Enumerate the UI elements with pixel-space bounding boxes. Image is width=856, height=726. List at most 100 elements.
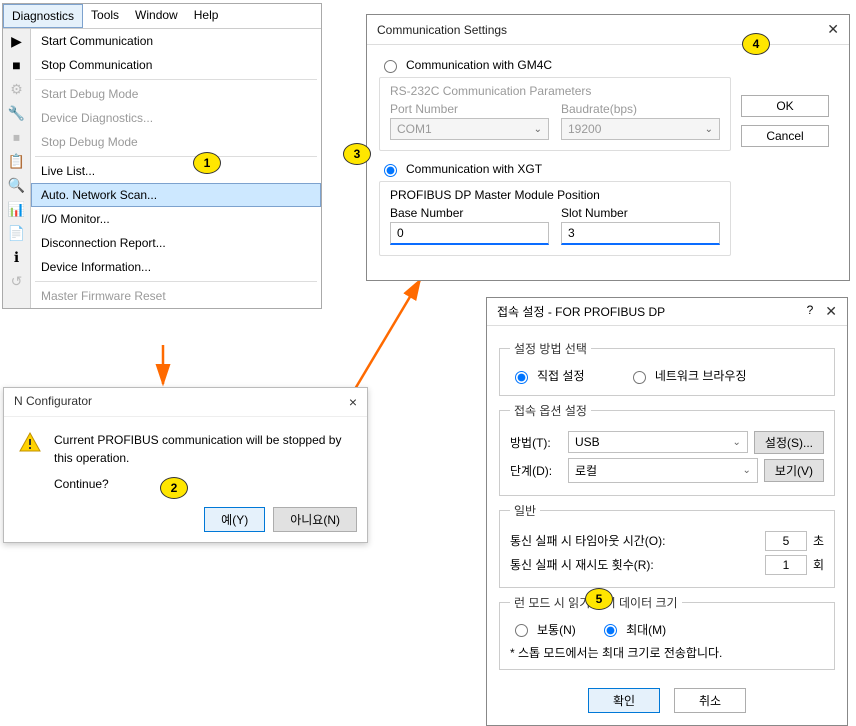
radio-browse-label: 네트워크 브라우징 <box>655 367 747 384</box>
reset-icon: ↺ <box>3 269 30 293</box>
callout-2: 2 <box>160 477 188 499</box>
callout-5: 5 <box>585 588 613 610</box>
menu-stop-comm[interactable]: Stop Communication <box>31 53 321 77</box>
confirm-continue: Continue? <box>54 475 353 493</box>
scan-icon: 🔍 <box>3 173 30 197</box>
slot-label: Slot Number <box>561 206 720 220</box>
base-input[interactable]: 0 <box>390 222 549 245</box>
rs232-legend: RS-232C Communication Parameters <box>390 84 720 98</box>
menu-stop-debug: Stop Debug Mode <box>31 130 321 154</box>
menubar-diagnostics[interactable]: Diagnostics <box>3 4 83 28</box>
radio-normal-label: 보통(N) <box>537 621 576 638</box>
portnum-label: Port Number <box>390 102 549 116</box>
close-icon[interactable]: ✕ <box>825 303 837 320</box>
yes-button[interactable]: 예(Y) <box>204 507 265 532</box>
radio-gm4c[interactable] <box>384 60 397 73</box>
debug-icon: ⚙ <box>3 77 30 101</box>
menubar-tools[interactable]: Tools <box>83 4 127 28</box>
rs232-group: RS-232C Communication Parameters Port Nu… <box>379 77 731 151</box>
cancel-button[interactable]: Cancel <box>741 125 829 147</box>
radio-normal[interactable] <box>515 624 528 637</box>
rw-size-group: 런 모드 시 읽기/쓰기 데이터 크기 보통(N) 최대(M) * 스톱 모드에… <box>499 594 835 671</box>
warning-icon <box>18 431 42 455</box>
retry-spinner[interactable]: 1 <box>765 555 807 575</box>
ok-button[interactable]: 확인 <box>588 688 660 713</box>
level-combo[interactable]: 로컬⌄ <box>568 458 758 483</box>
callout-1: 1 <box>193 152 221 174</box>
method-label: 방법(T): <box>510 434 562 451</box>
menu-list: Start Communication Stop Communication S… <box>31 29 321 308</box>
option-legend: 접속 옵션 설정 <box>510 402 591 419</box>
method-group: 설정 방법 선택 직접 설정 네트워크 브라우징 <box>499 340 835 396</box>
ok-button[interactable]: OK <box>741 95 829 117</box>
base-label: Base Number <box>390 206 549 220</box>
chevron-down-icon: ⌄ <box>705 124 713 135</box>
diag-icon: 🔧 <box>3 101 30 125</box>
general-group: 일반 통신 실패 시 타임아웃 시간(O): 5 초 통신 실패 시 재시도 횟… <box>499 502 835 588</box>
radio-gm4c-label: Communication with GM4C <box>406 58 552 72</box>
level-label: 단계(D): <box>510 462 562 479</box>
master-pos-legend: PROFIBUS DP Master Module Position <box>390 188 720 202</box>
live-icon: 📋 <box>3 149 30 173</box>
general-legend: 일반 <box>510 502 540 519</box>
baud-label: Baudrate(bps) <box>561 102 720 116</box>
close-icon[interactable]: × <box>349 394 357 410</box>
stop-debug-icon: ⏹ <box>3 125 30 149</box>
menu-start-comm[interactable]: Start Communication <box>31 29 321 53</box>
settings-button[interactable]: 설정(S)... <box>754 431 824 454</box>
menubar-help[interactable]: Help <box>186 4 227 28</box>
method-combo[interactable]: USB⌄ <box>568 431 748 453</box>
menu-icon-strip: ▶ ■ ⚙ 🔧 ⏹ 📋 🔍 📊 📄 ℹ ↺ <box>3 29 31 308</box>
menu-device-info[interactable]: Device Information... <box>31 255 321 279</box>
menubar-window[interactable]: Window <box>127 4 186 28</box>
comm-settings-dialog: Communication Settings ✕ Communication w… <box>366 14 850 281</box>
conn-title: 접속 설정 - FOR PROFIBUS DP <box>497 303 665 320</box>
option-group: 접속 옵션 설정 방법(T): USB⌄ 설정(S)... 단계(D): 로컬⌄… <box>499 402 835 496</box>
disc-icon: 📄 <box>3 221 30 245</box>
stop-comm-icon: ■ <box>3 53 30 77</box>
menubar: Diagnostics Tools Window Help <box>3 4 321 29</box>
timeout-spinner[interactable]: 5 <box>765 531 807 551</box>
menu-io-monitor[interactable]: I/O Monitor... <box>31 207 321 231</box>
help-icon[interactable]: ? <box>807 303 814 320</box>
radio-max-label: 최대(M) <box>626 621 666 638</box>
cancel-button[interactable]: 취소 <box>674 688 746 713</box>
view-button[interactable]: 보기(V) <box>764 459 824 482</box>
callout-4: 4 <box>742 33 770 55</box>
menu-disconnection-report[interactable]: Disconnection Report... <box>31 231 321 255</box>
chevron-down-icon: ⌄ <box>534 124 542 135</box>
baud-combo: 19200⌄ <box>561 118 720 140</box>
radio-direct-label: 직접 설정 <box>537 367 585 384</box>
master-pos-group: PROFIBUS DP Master Module Position Base … <box>379 181 731 256</box>
info-icon: ℹ <box>3 245 30 269</box>
method-legend: 설정 방법 선택 <box>510 340 591 357</box>
menu-auto-network-scan[interactable]: Auto. Network Scan... <box>31 183 321 207</box>
slot-input[interactable]: 3 <box>561 222 720 245</box>
start-comm-icon: ▶ <box>3 29 30 53</box>
diagnostics-menu-window: Diagnostics Tools Window Help ▶ ■ ⚙ 🔧 ⏹ … <box>2 3 322 309</box>
radio-xgt-label: Communication with XGT <box>406 162 542 176</box>
retry-unit: 회 <box>813 556 824 573</box>
radio-direct[interactable] <box>515 371 528 384</box>
timeout-label: 통신 실패 시 타임아웃 시간(O): <box>510 532 759 549</box>
io-icon: 📊 <box>3 197 30 221</box>
radio-browse[interactable] <box>633 371 646 384</box>
no-button[interactable]: 아니요(N) <box>273 507 357 532</box>
timeout-unit: 초 <box>813 532 824 549</box>
portnum-combo: COM1⌄ <box>390 118 549 140</box>
callout-3: 3 <box>343 143 371 165</box>
menu-firmware-reset: Master Firmware Reset <box>31 284 321 308</box>
radio-xgt[interactable] <box>384 164 397 177</box>
chevron-down-icon: ⌄ <box>733 437 741 448</box>
confirm-msg: Current PROFIBUS communication will be s… <box>54 431 353 467</box>
confirm-title: N Configurator <box>14 394 92 410</box>
retry-label: 통신 실패 시 재시도 횟수(R): <box>510 556 759 573</box>
confirm-dialog: N Configurator × Current PROFIBUS commun… <box>3 387 368 543</box>
comm-title: Communication Settings <box>377 23 507 37</box>
rw-note: * 스톱 모드에서는 최대 크기로 전송합니다. <box>510 644 824 661</box>
close-icon[interactable]: ✕ <box>827 21 839 38</box>
menu-device-diag: Device Diagnostics... <box>31 106 321 130</box>
chevron-down-icon: ⌄ <box>743 465 751 476</box>
menu-live-list[interactable]: Live List... <box>31 159 321 183</box>
radio-max[interactable] <box>604 624 617 637</box>
